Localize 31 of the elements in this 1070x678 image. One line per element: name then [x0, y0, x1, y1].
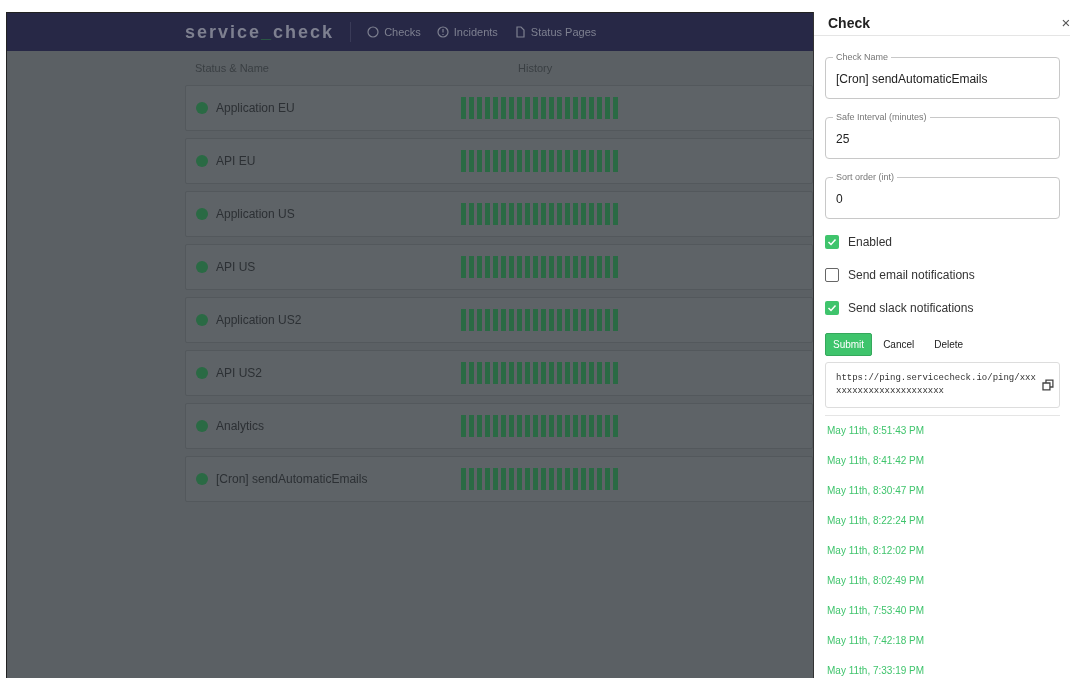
ping-time: May 11th, 7:42:18 PM: [826, 633, 926, 648]
checkbox-label: Send email notifications: [848, 266, 975, 284]
nav-link[interactable]: Checks: [367, 23, 421, 41]
alert-icon: [436, 26, 449, 38]
ping-time: May 11th, 8:12:02 PM: [826, 543, 926, 558]
ping-url: https://ping.servicecheck.io/ping/xxxxxxxxxxxxxxxxxxxxxxx: [836, 371, 1037, 398]
circle-icon: [367, 26, 380, 38]
nav-link[interactable]: Status Pages: [513, 23, 597, 41]
check-mark-icon: [827, 302, 837, 313]
check-mark-icon: [827, 236, 837, 247]
text-button[interactable]: Delete: [925, 332, 973, 356]
checkbox[interactable]: [825, 267, 839, 282]
submit-button[interactable]: Submit: [825, 332, 873, 356]
ping-time: May 11th, 7:33:19 PM: [826, 663, 926, 678]
ping-time: May 11th, 8:22:24 PM: [826, 513, 926, 528]
ping-time: May 11th, 8:41:42 PM: [826, 453, 926, 468]
text-button[interactable]: Cancel: [874, 332, 924, 356]
checkbox[interactable]: [825, 300, 839, 315]
checkbox-label: Send slack notifications: [848, 299, 974, 317]
app-logo: service_check: [185, 20, 335, 44]
copy-icon[interactable]: [1042, 378, 1054, 391]
ping-time: May 11th, 8:51:43 PM: [826, 423, 926, 438]
checkbox-label: Enabled: [848, 233, 893, 251]
page-icon: [513, 26, 526, 38]
ping-time: May 11th, 7:53:40 PM: [826, 603, 926, 618]
nav-link[interactable]: Incidents: [436, 23, 498, 41]
ping-time: May 11th, 8:30:47 PM: [826, 483, 926, 498]
close-button[interactable]: ×: [1061, 12, 1070, 35]
ping-time: May 11th, 8:02:49 PM: [826, 573, 926, 588]
drawer-title: Check: [828, 13, 871, 33]
checkbox[interactable]: [825, 234, 839, 249]
